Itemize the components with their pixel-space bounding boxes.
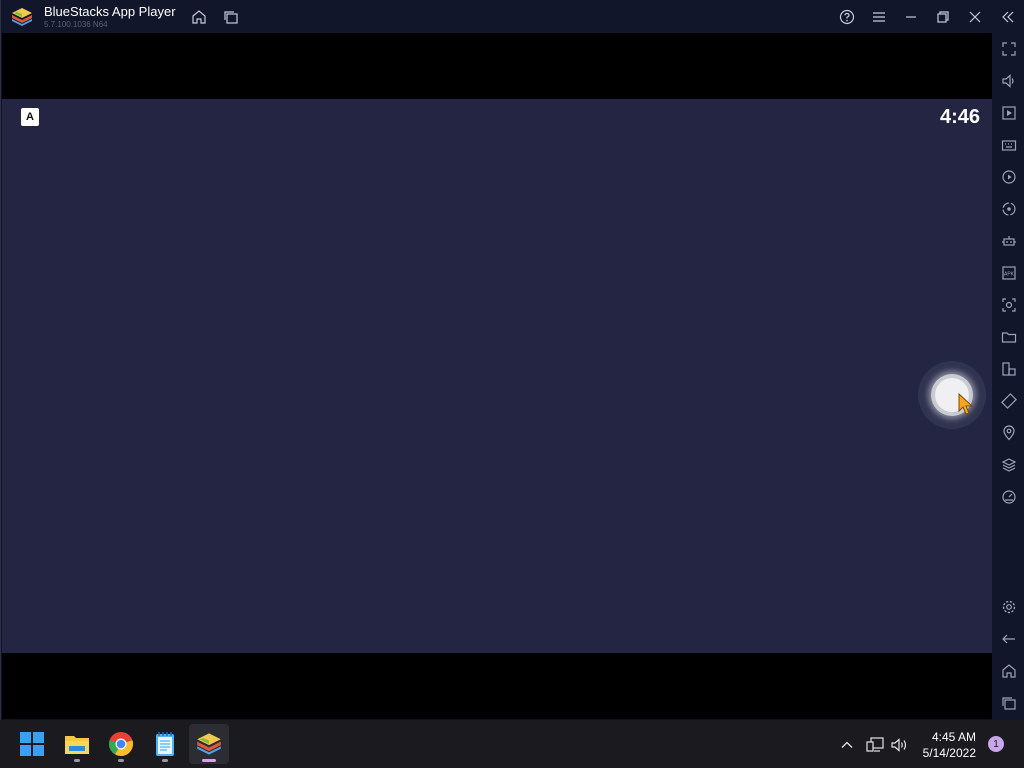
menu-icon	[873, 12, 885, 22]
chevron-up-icon	[841, 741, 853, 748]
taskbar-notepad[interactable]	[145, 724, 185, 764]
chrome-icon	[109, 732, 133, 756]
rotate-button[interactable]	[1000, 392, 1018, 410]
touch-indicator	[918, 361, 986, 429]
app-notification-icon: A	[21, 108, 39, 126]
media-icon	[1002, 106, 1016, 120]
notification-badge[interactable]: 1	[988, 736, 1004, 752]
running-indicator	[74, 759, 80, 762]
emulator-screen[interactable]: A 4:46	[2, 33, 992, 719]
bluestacks-logo-icon	[12, 8, 32, 26]
show-hidden-icons-button[interactable]	[838, 736, 856, 754]
restore-icon	[937, 11, 949, 23]
android-display[interactable]: A 4:46	[2, 99, 992, 653]
collapse-sidebar-button[interactable]	[997, 6, 1019, 28]
taskbar-bluestacks[interactable]	[189, 724, 229, 764]
eco-mode-button[interactable]	[1000, 488, 1018, 506]
windows-start-icon	[20, 732, 44, 756]
sync-button[interactable]	[1000, 200, 1018, 218]
bluestacks-icon	[197, 733, 221, 755]
install-apk-button[interactable]: APK	[1000, 264, 1018, 282]
mouse-pointer-icon	[958, 392, 974, 415]
back-icon	[1002, 634, 1015, 644]
home-button[interactable]	[188, 6, 210, 28]
bluestacks-window: BlueStacks App Player 5.7.100.1036 N64 A	[0, 0, 1024, 720]
folder-icon	[1001, 332, 1017, 343]
notepad-icon	[156, 732, 174, 756]
home-icon	[1002, 664, 1016, 678]
file-explorer-icon	[65, 736, 89, 754]
recents-icon	[1002, 697, 1016, 710]
svg-text:APK: APK	[1004, 272, 1015, 278]
rotate-icon	[1001, 393, 1017, 409]
robot-icon	[1002, 236, 1016, 246]
minimize-icon	[906, 16, 916, 18]
volume-button[interactable]	[1000, 72, 1018, 90]
screenshot-button[interactable]	[1000, 296, 1018, 314]
volume-icon	[1002, 74, 1014, 88]
title-bar[interactable]: BlueStacks App Player 5.7.100.1036 N64	[1, 0, 1024, 33]
speaker-icon	[891, 738, 907, 752]
close-icon	[969, 11, 981, 23]
fullscreen-icon	[1002, 42, 1016, 56]
help-button[interactable]	[836, 6, 858, 28]
keyboard-controls-button[interactable]	[1000, 136, 1018, 154]
back-button[interactable]	[1000, 630, 1018, 648]
location-icon	[1003, 425, 1015, 441]
start-button[interactable]	[12, 724, 52, 764]
layers-icon	[1001, 458, 1017, 472]
running-indicator	[118, 759, 124, 762]
multi-instance-button[interactable]	[220, 6, 242, 28]
restore-button[interactable]	[932, 6, 954, 28]
media-manager-button[interactable]	[1000, 104, 1018, 122]
close-button[interactable]	[964, 6, 986, 28]
media-folder-button[interactable]	[1000, 328, 1018, 346]
collapse-sidebar-icon	[1002, 11, 1014, 23]
network-icon	[866, 737, 884, 752]
automation-button[interactable]	[1000, 232, 1018, 250]
app-version: 5.7.100.1036 N64	[44, 20, 108, 29]
settings-icon	[1002, 600, 1016, 614]
home-icon	[192, 10, 206, 24]
volume-tray-button[interactable]	[891, 736, 909, 754]
apk-icon: APK	[1002, 266, 1016, 280]
network-button[interactable]	[866, 736, 884, 754]
active-indicator	[202, 759, 216, 762]
eco-mode-icon	[1002, 490, 1016, 504]
app-title: BlueStacks App Player	[44, 4, 176, 19]
android-home-button[interactable]	[1000, 662, 1018, 680]
macro-button[interactable]	[1000, 168, 1018, 186]
macro-icon	[1002, 170, 1016, 184]
system-date: 5/14/2022	[922, 746, 976, 760]
running-indicator	[162, 759, 168, 762]
multi-instance-sidebar-button[interactable]	[1000, 360, 1018, 378]
layers-button[interactable]	[1000, 456, 1018, 474]
screenshot-icon	[1002, 298, 1016, 312]
recents-button[interactable]	[1000, 694, 1018, 712]
system-time: 4:45 AM	[931, 730, 976, 744]
help-icon	[839, 9, 855, 25]
location-button[interactable]	[1000, 424, 1018, 442]
system-clock[interactable]: 4:45 AM 5/14/2022	[923, 729, 976, 761]
multi-instance-icon	[224, 11, 238, 24]
right-sidebar: APK	[992, 33, 1024, 720]
android-clock: 4:46	[939, 106, 980, 128]
taskbar-chrome[interactable]	[101, 724, 141, 764]
menu-button[interactable]	[868, 6, 890, 28]
fullscreen-button[interactable]	[1000, 40, 1018, 58]
minimize-button[interactable]	[900, 6, 922, 28]
settings-button[interactable]	[1000, 598, 1018, 616]
keyboard-icon	[1001, 140, 1017, 151]
multi-instance-icon	[1002, 362, 1016, 376]
sync-icon	[1002, 202, 1016, 216]
taskbar-file-explorer[interactable]	[57, 724, 97, 764]
